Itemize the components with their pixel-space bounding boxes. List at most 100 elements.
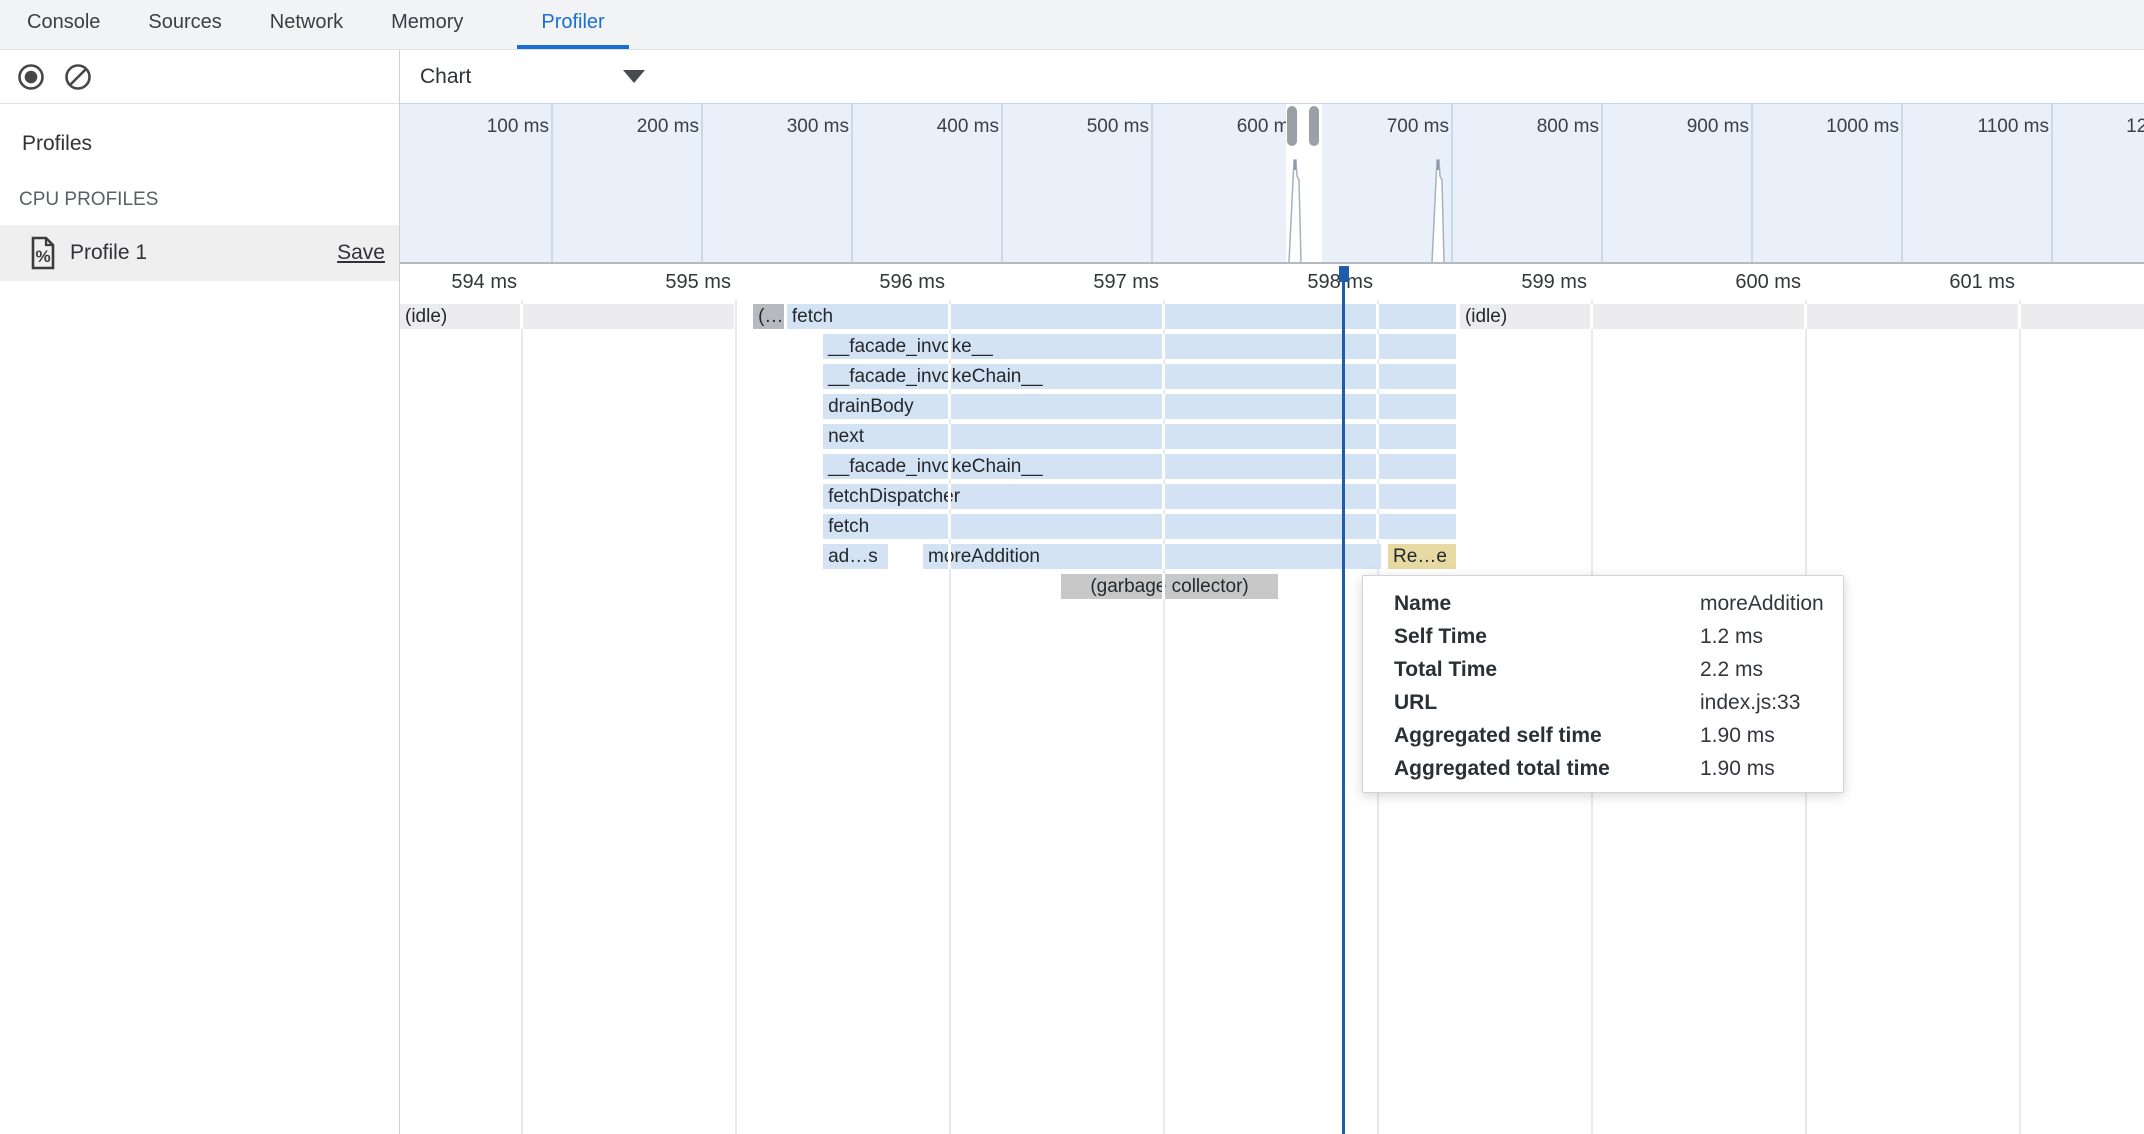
overview-tick-label: 600 ms [1153, 116, 1299, 140]
clear-profiles-icon[interactable] [64, 63, 92, 91]
ruler-tick-label: 594 ms [400, 271, 517, 294]
timeline-overview[interactable]: 100 ms200 ms300 ms400 ms500 ms600 ms700 … [400, 104, 2144, 264]
flame-bar[interactable]: (idle) [400, 304, 734, 329]
gridline-gap [1162, 454, 1165, 479]
profile-name: Profile 1 [70, 241, 147, 265]
tooltip-row-value: 1.90 ms [1700, 757, 1775, 781]
tab-profiler[interactable]: Profiler [517, 0, 628, 49]
gridline-gap [1376, 424, 1379, 449]
gridline-gap [1376, 364, 1379, 389]
tab-console[interactable]: Console [27, 0, 100, 49]
tooltip-row-label: Total Time [1394, 658, 1843, 682]
flame-bar[interactable]: ad…s [823, 544, 888, 569]
profiles-heading: Profiles [22, 132, 399, 156]
gridline-gap [1162, 484, 1165, 509]
svg-text:%: % [35, 247, 50, 266]
flame-bar[interactable]: moreAddition [923, 544, 1381, 569]
current-time-marker[interactable] [1342, 266, 1345, 1134]
gridline-gap [1804, 304, 1807, 329]
tooltip-row: URLindex.js:33 [1394, 691, 1843, 724]
overview-tick-label: 400 ms [853, 116, 999, 140]
gridline-gap [1590, 304, 1593, 329]
profiler-sidebar: Profiles CPU PROFILES % Profile 1 Save [0, 50, 400, 1134]
flame-bar[interactable]: (… [753, 304, 784, 329]
overview-tick-label: 800 ms [1453, 116, 1599, 140]
overview-tick-label: 200 ms [553, 116, 699, 140]
record-profile-icon[interactable] [17, 63, 45, 91]
devtools-window: Console Sources Network Memory Profiler Prof… [0, 0, 2144, 1134]
flame-bar[interactable]: __facade_invokeChain__ [823, 454, 1456, 479]
gridline-gap [1162, 544, 1165, 569]
tooltip-row-value: moreAddition [1700, 592, 1824, 616]
flame-bar[interactable]: fetch [823, 514, 1456, 539]
tooltip-row-value: 2.2 ms [1700, 658, 1763, 682]
time-gridline [735, 300, 737, 1134]
gridline-gap [1162, 304, 1165, 329]
frame-details-tooltip: NamemoreAdditionSelf Time1.2 msTotal Tim… [1362, 575, 1844, 793]
tooltip-row-label: Aggregated self time [1394, 724, 1843, 748]
flame-bar[interactable]: __facade_invokeChain__ [823, 364, 1456, 389]
overview-tick-label: 900 ms [1603, 116, 1749, 140]
time-gridline [2019, 300, 2021, 1134]
gridline-gap [1376, 334, 1379, 359]
cpu-activity-spike [1430, 150, 1446, 262]
tab-sources[interactable]: Sources [148, 0, 221, 49]
flame-bar[interactable]: __facade_invoke__ [823, 334, 1456, 359]
ruler-tick-label: 596 ms [745, 271, 945, 294]
selection-right-handle[interactable] [1309, 106, 1319, 146]
gridline-gap [1376, 304, 1379, 329]
gridline-gap [948, 514, 951, 539]
flame-bar[interactable]: Re…e [1388, 544, 1456, 569]
time-gridline [521, 300, 523, 1134]
gridline-gap [948, 364, 951, 389]
gridline-gap [1162, 574, 1165, 599]
profile-document-icon: % [30, 236, 56, 270]
gridline-gap [1376, 394, 1379, 419]
flame-bar[interactable]: drainBody [823, 394, 1456, 419]
cpu-profiles-section-label: CPU PROFILES [19, 189, 399, 211]
gridline-gap [520, 304, 523, 329]
tooltip-row: Aggregated self time1.90 ms [1394, 724, 1843, 757]
gridline-gap [948, 394, 951, 419]
gridline-gap [948, 454, 951, 479]
flame-chart[interactable]: 594 ms595 ms596 ms597 ms598 ms599 ms600 … [400, 266, 2144, 1134]
flame-bar[interactable]: fetch [787, 304, 1456, 329]
overview-tick-label: 1200 ms [2053, 116, 2144, 140]
devtools-tab-bar: Console Sources Network Memory Profiler [0, 0, 2144, 50]
gridline-gap [1162, 364, 1165, 389]
view-mode-select[interactable]: Chart [420, 65, 645, 89]
tooltip-row-value: 1.90 ms [1700, 724, 1775, 748]
gridline-gap [948, 334, 951, 359]
tooltip-row-value: 1.2 ms [1700, 625, 1763, 649]
selection-left-handle[interactable] [1287, 106, 1297, 146]
sidebar-item-profile-1[interactable]: % Profile 1 Save [0, 225, 399, 281]
tab-memory[interactable]: Memory [391, 0, 463, 49]
overview-tick-label: 1100 ms [1903, 116, 2049, 140]
overview-tick-label: 300 ms [703, 116, 849, 140]
tab-network[interactable]: Network [270, 0, 343, 49]
ruler-tick-label: 601 ms [1815, 271, 2015, 294]
tooltip-row-label: Self Time [1394, 625, 1843, 649]
overview-tick-label: 700 ms [1303, 116, 1449, 140]
gridline-gap [1376, 514, 1379, 539]
tooltip-row: NamemoreAddition [1394, 592, 1843, 625]
tooltip-row-label: Aggregated total time [1394, 757, 1843, 781]
flame-bar[interactable]: (idle) [1460, 304, 2144, 329]
flame-bar[interactable]: fetchDispatcher [823, 484, 1456, 509]
tooltip-row: Self Time1.2 ms [1394, 625, 1843, 658]
cpu-activity-spike [1287, 150, 1303, 262]
flame-bar[interactable]: next [823, 424, 1456, 449]
ruler-tick-label: 597 ms [959, 271, 1159, 294]
save-profile-link[interactable]: Save [337, 241, 385, 265]
sidebar-toolbar [0, 50, 399, 104]
ruler-tick-label: 599 ms [1387, 271, 1587, 294]
gridline-gap [948, 544, 951, 569]
gridline-gap [1376, 454, 1379, 479]
tooltip-row: Aggregated total time1.90 ms [1394, 757, 1843, 790]
ruler-tick-label: 600 ms [1601, 271, 1801, 294]
view-mode-label: Chart [420, 65, 471, 89]
tooltip-row: Total Time2.2 ms [1394, 658, 1843, 691]
flame-bar[interactable]: (garbage collector) [1061, 574, 1278, 599]
tooltip-row-value: index.js:33 [1700, 691, 1800, 715]
gridline-gap [2018, 304, 2021, 329]
